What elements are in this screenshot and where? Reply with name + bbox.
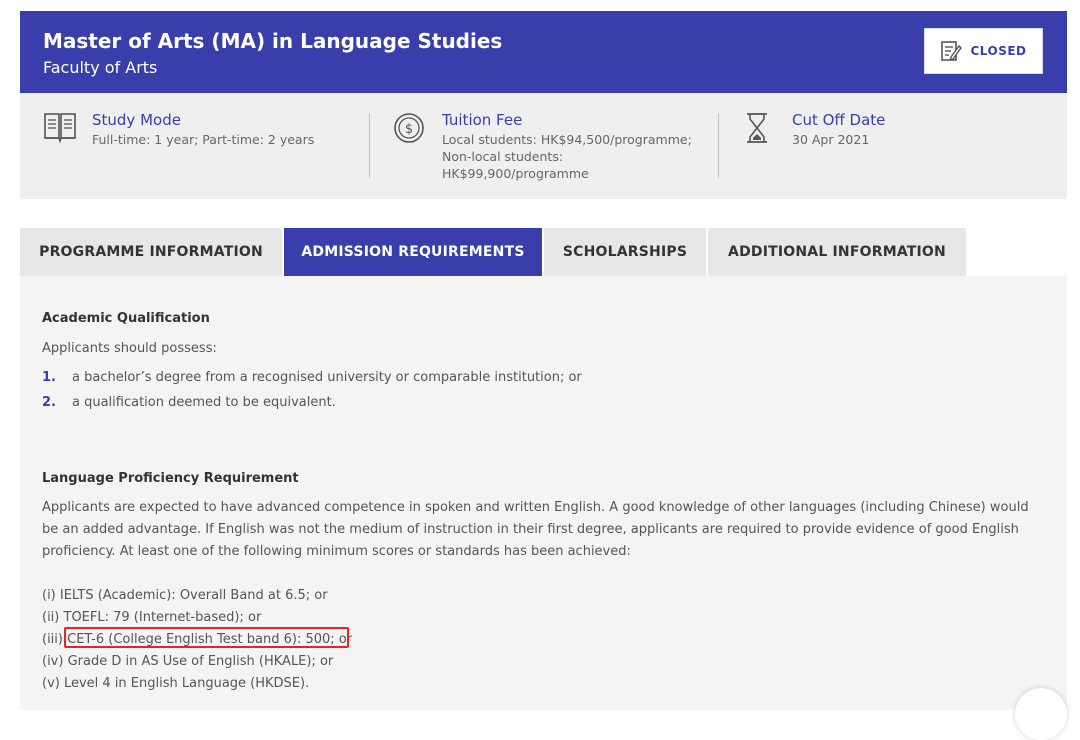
study-mode-title: Study Mode xyxy=(92,111,181,129)
programme-info-bar: Study Mode Full-time: 1 year; Part-time:… xyxy=(20,93,1067,199)
list-item-number: 1. xyxy=(42,370,56,385)
hourglass-icon xyxy=(747,113,767,143)
info-divider xyxy=(369,113,370,178)
dollar-coin-icon: $ xyxy=(394,113,424,143)
scroll-to-top-button[interactable] xyxy=(1015,688,1067,740)
language-proficiency-heading: Language Proficiency Requirement xyxy=(42,471,299,486)
score-item: (iv) Grade D in AS Use of English (HKALE… xyxy=(42,654,334,669)
book-icon xyxy=(44,113,76,144)
edit-form-icon xyxy=(941,41,963,61)
closed-label: CLOSED xyxy=(970,44,1027,58)
tab-additional-information[interactable]: ADDITIONAL INFORMATION xyxy=(708,228,966,276)
programme-header: Master of Arts (MA) in Language Studies … xyxy=(20,11,1067,93)
score-item: (ii) TOEFL: 79 (Internet-based); or xyxy=(42,610,262,625)
tab-programme-information[interactable]: PROGRAMME INFORMATION xyxy=(20,228,282,276)
tuition-fee-line: Non-local students: xyxy=(442,149,564,164)
tuition-fee-line: HK$99,900/programme xyxy=(442,166,589,181)
academic-intro: Applicants should possess: xyxy=(42,341,217,356)
tuition-fee-value: Local students: HK$94,500/programme; Non… xyxy=(442,131,692,182)
list-item-text: a qualification deemed to be equivalent. xyxy=(72,395,336,410)
cut-off-date-title: Cut Off Date xyxy=(792,111,886,129)
tab-admission-requirements[interactable]: ADMISSION REQUIREMENTS xyxy=(284,228,542,276)
tab-scholarships[interactable]: SCHOLARSHIPS xyxy=(544,228,706,276)
faculty-name: Faculty of Arts xyxy=(43,58,158,77)
language-proficiency-paragraph: Applicants are expected to have advanced… xyxy=(42,500,1029,559)
cet6-highlight-box xyxy=(64,627,349,648)
score-item: (i) IELTS (Academic): Overall Band at 6.… xyxy=(42,588,328,603)
list-item-text: a bachelor’s degree from a recognised un… xyxy=(72,370,582,385)
study-mode-value: Full-time: 1 year; Part-time: 2 years xyxy=(92,132,315,147)
programme-title: Master of Arts (MA) in Language Studies xyxy=(43,29,503,53)
svg-text:$: $ xyxy=(405,122,413,137)
list-item-number: 2. xyxy=(42,395,56,410)
cut-off-date-value: 30 Apr 2021 xyxy=(792,132,870,147)
tuition-fee-title: Tuition Fee xyxy=(442,111,523,129)
academic-qualification-heading: Academic Qualification xyxy=(42,311,210,326)
info-divider xyxy=(718,113,719,178)
closed-status-button[interactable]: CLOSED xyxy=(924,28,1043,74)
tuition-fee-line: Local students: HK$94,500/programme; xyxy=(442,132,692,147)
score-item: (v) Level 4 in English Language (HKDSE). xyxy=(42,676,310,691)
